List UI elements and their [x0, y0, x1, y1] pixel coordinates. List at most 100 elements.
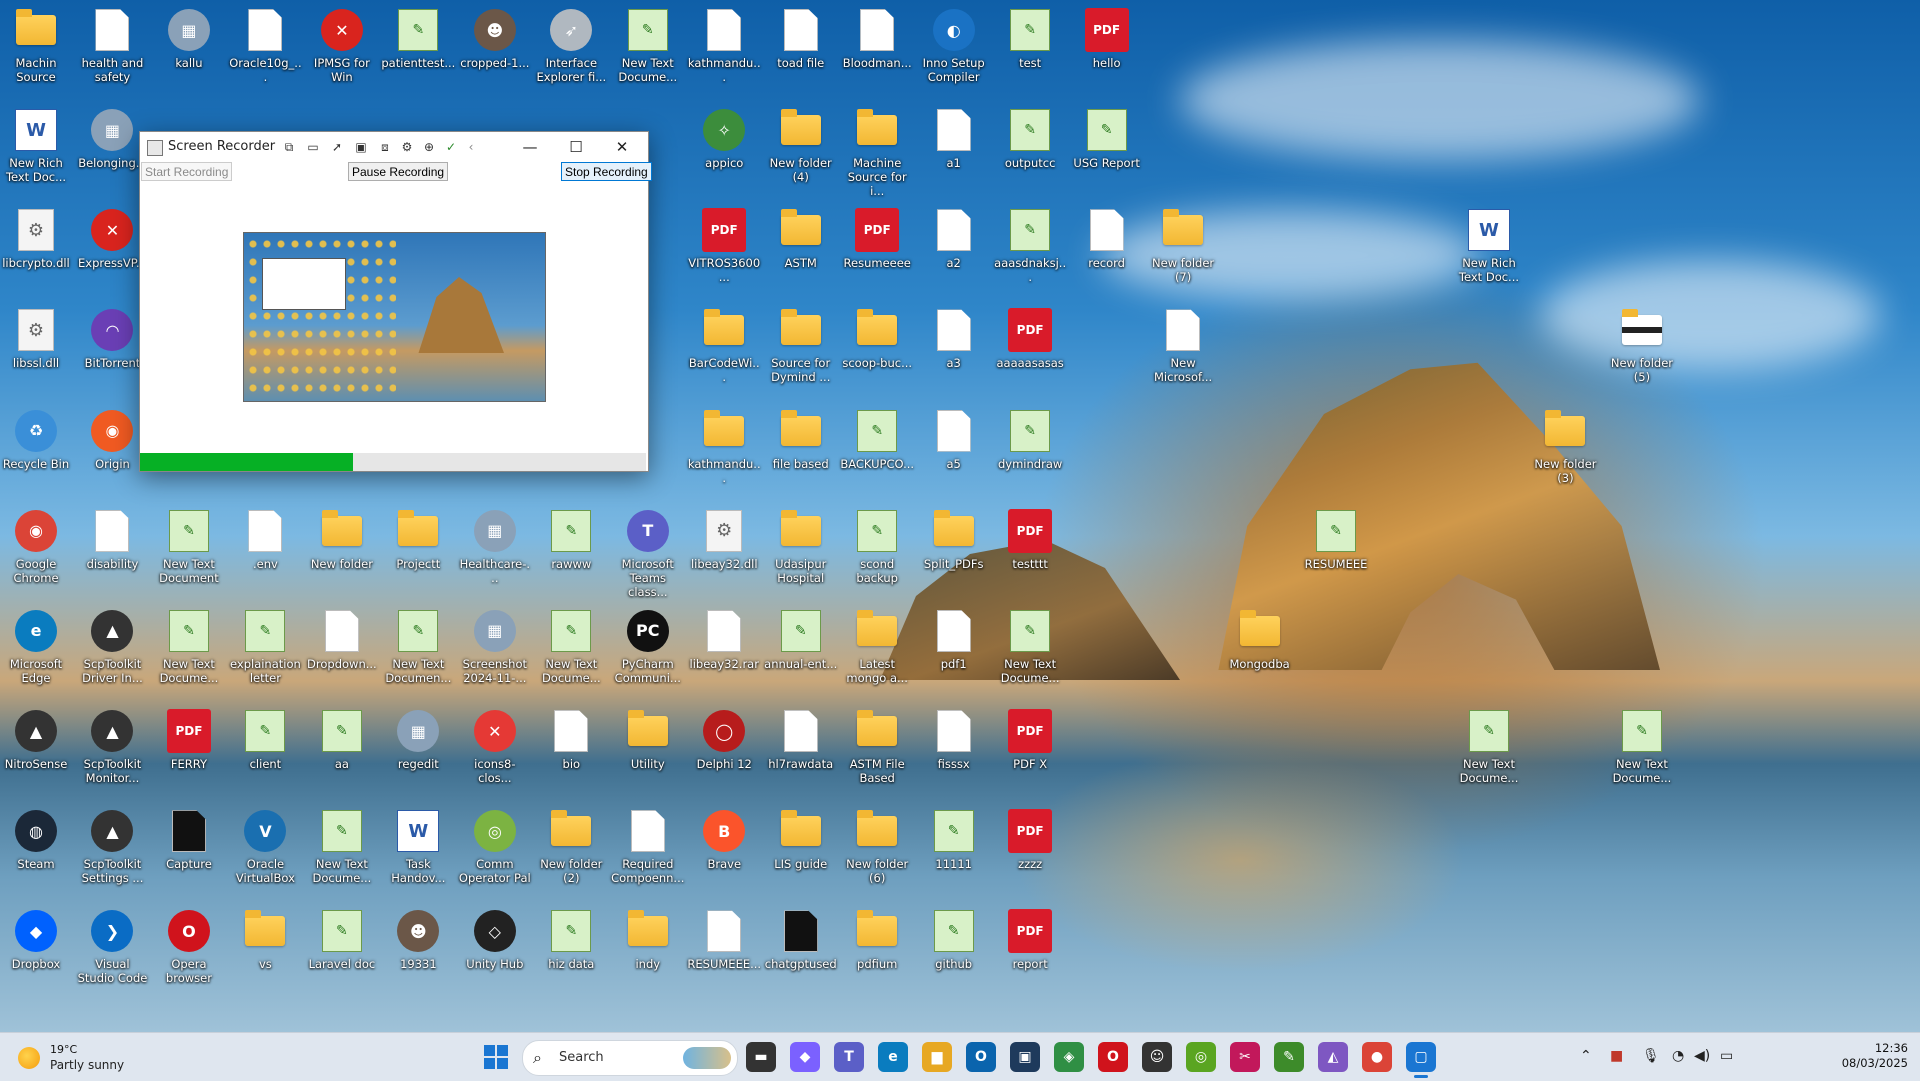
- desktop-icon[interactable]: ✕ IPMSG for Win: [305, 6, 379, 84]
- desktop-icon[interactable]: ✎ Laravel doc: [305, 907, 379, 971]
- desktop-icon[interactable]: ➶ Interface Explorer fi...: [534, 6, 608, 84]
- desktop-icon[interactable]: ✎ RESUMEEE: [1299, 507, 1373, 571]
- battery-icon[interactable]: ▭: [1720, 1048, 1733, 1064]
- desktop-icon[interactable]: a1: [917, 106, 991, 170]
- check-icon[interactable]: ✓: [442, 138, 460, 156]
- wifi-icon[interactable]: ◔: [1672, 1048, 1684, 1064]
- desktop-icon[interactable]: BarCodeWi...: [687, 306, 761, 384]
- edge-task[interactable]: e: [878, 1042, 908, 1072]
- desktop-icon[interactable]: ◆ Dropbox: [0, 907, 73, 971]
- desktop-icon[interactable]: ⚙ libssl.dll: [0, 306, 73, 370]
- desktop-icon[interactable]: ▦ Screenshot 2024-11-...: [458, 607, 532, 685]
- screen-recorder-window[interactable]: Screen Recorder ⧉ ▭ ➚ ▣ ⧈ ⚙ ⊕ ✓ ‹ — ☐ ✕ …: [139, 131, 652, 472]
- desktop-icon[interactable]: ◇ Unity Hub: [458, 907, 532, 971]
- desktop-icon[interactable]: ▦ kallu: [152, 6, 226, 70]
- minimize-button[interactable]: —: [507, 132, 553, 162]
- desktop-icon[interactable]: PDF Resumeeee: [840, 206, 914, 270]
- desktop-icon[interactable]: ✎ New Text Docume...: [305, 807, 379, 885]
- start-button[interactable]: [484, 1045, 508, 1069]
- desktop-icon[interactable]: Utility: [611, 707, 685, 771]
- desktop-icon[interactable]: PDF zzzz: [993, 807, 1067, 871]
- desktop-icon[interactable]: ✎ rawww: [534, 507, 608, 571]
- desktop-icon[interactable]: Source for Dymind ...: [764, 306, 838, 384]
- desktop-icon[interactable]: ✎ New Text Docume...: [152, 607, 226, 685]
- desktop-icon[interactable]: W Task Handov...: [381, 807, 455, 885]
- desktop-icon[interactable]: ▲ ScpToolkit Driver In...: [75, 607, 149, 685]
- desktop-icon[interactable]: ✎ scond backup: [840, 507, 914, 585]
- chrome-task[interactable]: ●: [1362, 1042, 1392, 1072]
- desktop-icon[interactable]: ✎ BACKUPCO...: [840, 407, 914, 471]
- desktop-icon[interactable]: ✎ patienttest...: [381, 6, 455, 70]
- stop-recording-button[interactable]: Stop Recording: [561, 162, 652, 181]
- desktop-icon[interactable]: Bloodman...: [840, 6, 914, 70]
- desktop-icon[interactable]: ✎ aa: [305, 707, 379, 771]
- desktop-icon[interactable]: ✎ New Text Docume...: [1452, 707, 1526, 785]
- desktop-icon[interactable]: New Microsof...: [1146, 306, 1220, 384]
- desktop-icon[interactable]: ◯ Delphi 12: [687, 707, 761, 771]
- desktop-icon[interactable]: ✎ New Text Docume...: [611, 6, 685, 84]
- chevron-left-icon[interactable]: ‹: [462, 138, 480, 156]
- terminal-task[interactable]: ▣: [1010, 1042, 1040, 1072]
- desktop-icon[interactable]: ◐ Inno Setup Compiler: [917, 6, 991, 84]
- desktop-icon[interactable]: Split_PDFs: [917, 507, 991, 571]
- desktop-icon[interactable]: a3: [917, 306, 991, 370]
- file-explorer-task[interactable]: ▬: [746, 1042, 776, 1072]
- desktop-icon[interactable]: Required Compoenn...: [611, 807, 685, 885]
- desktop-icon[interactable]: pdf1: [917, 607, 991, 671]
- desktop-icon[interactable]: ▲ NitroSense: [0, 707, 73, 771]
- desktop-icon[interactable]: PDF hello: [1070, 6, 1144, 70]
- tray-app-icon[interactable]: ■: [1610, 1048, 1623, 1064]
- desktop-icon[interactable]: libeay32.rar: [687, 607, 761, 671]
- desktop-icon[interactable]: Latest mongo a...: [840, 607, 914, 685]
- pause-recording-button[interactable]: Pause Recording: [348, 162, 449, 181]
- maximize-button[interactable]: ☐: [553, 132, 599, 162]
- desktop-icon[interactable]: New folder (7): [1146, 206, 1220, 284]
- copilot-task[interactable]: ◆: [790, 1042, 820, 1072]
- desktop-icon[interactable]: ✎ explaination letter: [228, 607, 302, 685]
- desktop-icon[interactable]: New folder (2): [534, 807, 608, 885]
- record-screen-icon[interactable]: ⧉: [280, 138, 298, 156]
- desktop-icon[interactable]: ✎ New Text Docume...: [1605, 707, 1679, 785]
- desktop-icon[interactable]: scoop-buc...: [840, 306, 914, 370]
- desktop-icon[interactable]: T Microsoft Teams class...: [611, 507, 685, 599]
- desktop-icon[interactable]: .env: [228, 507, 302, 571]
- clock[interactable]: 12:36 08/03/2025: [1842, 1041, 1908, 1071]
- desktop-icon[interactable]: ✎ New Text Docume...: [993, 607, 1067, 685]
- desktop-icon[interactable]: bio: [534, 707, 608, 771]
- desktop-icon[interactable]: vs: [228, 907, 302, 971]
- desktop-icon[interactable]: ✎ aaasdnaksj...: [993, 206, 1067, 284]
- volume-icon[interactable]: ◀): [1694, 1048, 1710, 1064]
- desktop-icon[interactable]: PDF FERRY: [152, 707, 226, 771]
- desktop-icon[interactable]: ☻ 19331: [381, 907, 455, 971]
- desktop-icon[interactable]: ✎ test: [993, 6, 1067, 70]
- recorder-task[interactable]: ▢: [1406, 1042, 1436, 1078]
- desktop-icon[interactable]: W New Rich Text Doc...: [0, 106, 73, 184]
- desktop-icon[interactable]: ☻ cropped-1...: [458, 6, 532, 70]
- desktop-icon[interactable]: ⚙ libeay32.dll: [687, 507, 761, 571]
- desktop-icon[interactable]: health and safety: [75, 6, 149, 84]
- accessibility-icon[interactable]: ⊕: [420, 138, 438, 156]
- desktop-icon[interactable]: toad file: [764, 6, 838, 70]
- desktop-icon[interactable]: indy: [611, 907, 685, 971]
- close-button[interactable]: ✕: [599, 132, 645, 162]
- desktop-icon[interactable]: a5: [917, 407, 991, 471]
- folder-task[interactable]: ▆: [922, 1042, 952, 1072]
- weather-widget[interactable]: 19°C Partly sunny: [14, 1041, 194, 1075]
- desktop-icon[interactable]: ✎ New Text Document: [152, 507, 226, 585]
- desktop-icon[interactable]: hl7rawdata: [764, 707, 838, 771]
- microphone-icon[interactable]: 🎙: [1642, 1048, 1660, 1064]
- desktop-icon[interactable]: Dropdown...: [305, 607, 379, 671]
- desktop-icon[interactable]: New folder (3): [1528, 407, 1602, 485]
- desktop-icon[interactable]: a2: [917, 206, 991, 270]
- desktop-icon[interactable]: ▲ ScpToolkit Monitor...: [75, 707, 149, 785]
- snip-task[interactable]: ✂: [1230, 1042, 1260, 1072]
- video-camera-icon[interactable]: ▭: [304, 138, 322, 156]
- outlook-task[interactable]: O: [966, 1042, 996, 1072]
- desktop-icon[interactable]: fisssx: [917, 707, 991, 771]
- desktop-icon[interactable]: New folder (6): [840, 807, 914, 885]
- desktop-icon[interactable]: ✎ outputcc: [993, 106, 1067, 170]
- desktop-icon[interactable]: kathmandu...: [687, 6, 761, 84]
- desktop-icon[interactable]: ▲ ScpToolkit Settings ...: [75, 807, 149, 885]
- desktop-icon[interactable]: kathmandu...: [687, 407, 761, 485]
- app-task[interactable]: ☺: [1142, 1042, 1172, 1072]
